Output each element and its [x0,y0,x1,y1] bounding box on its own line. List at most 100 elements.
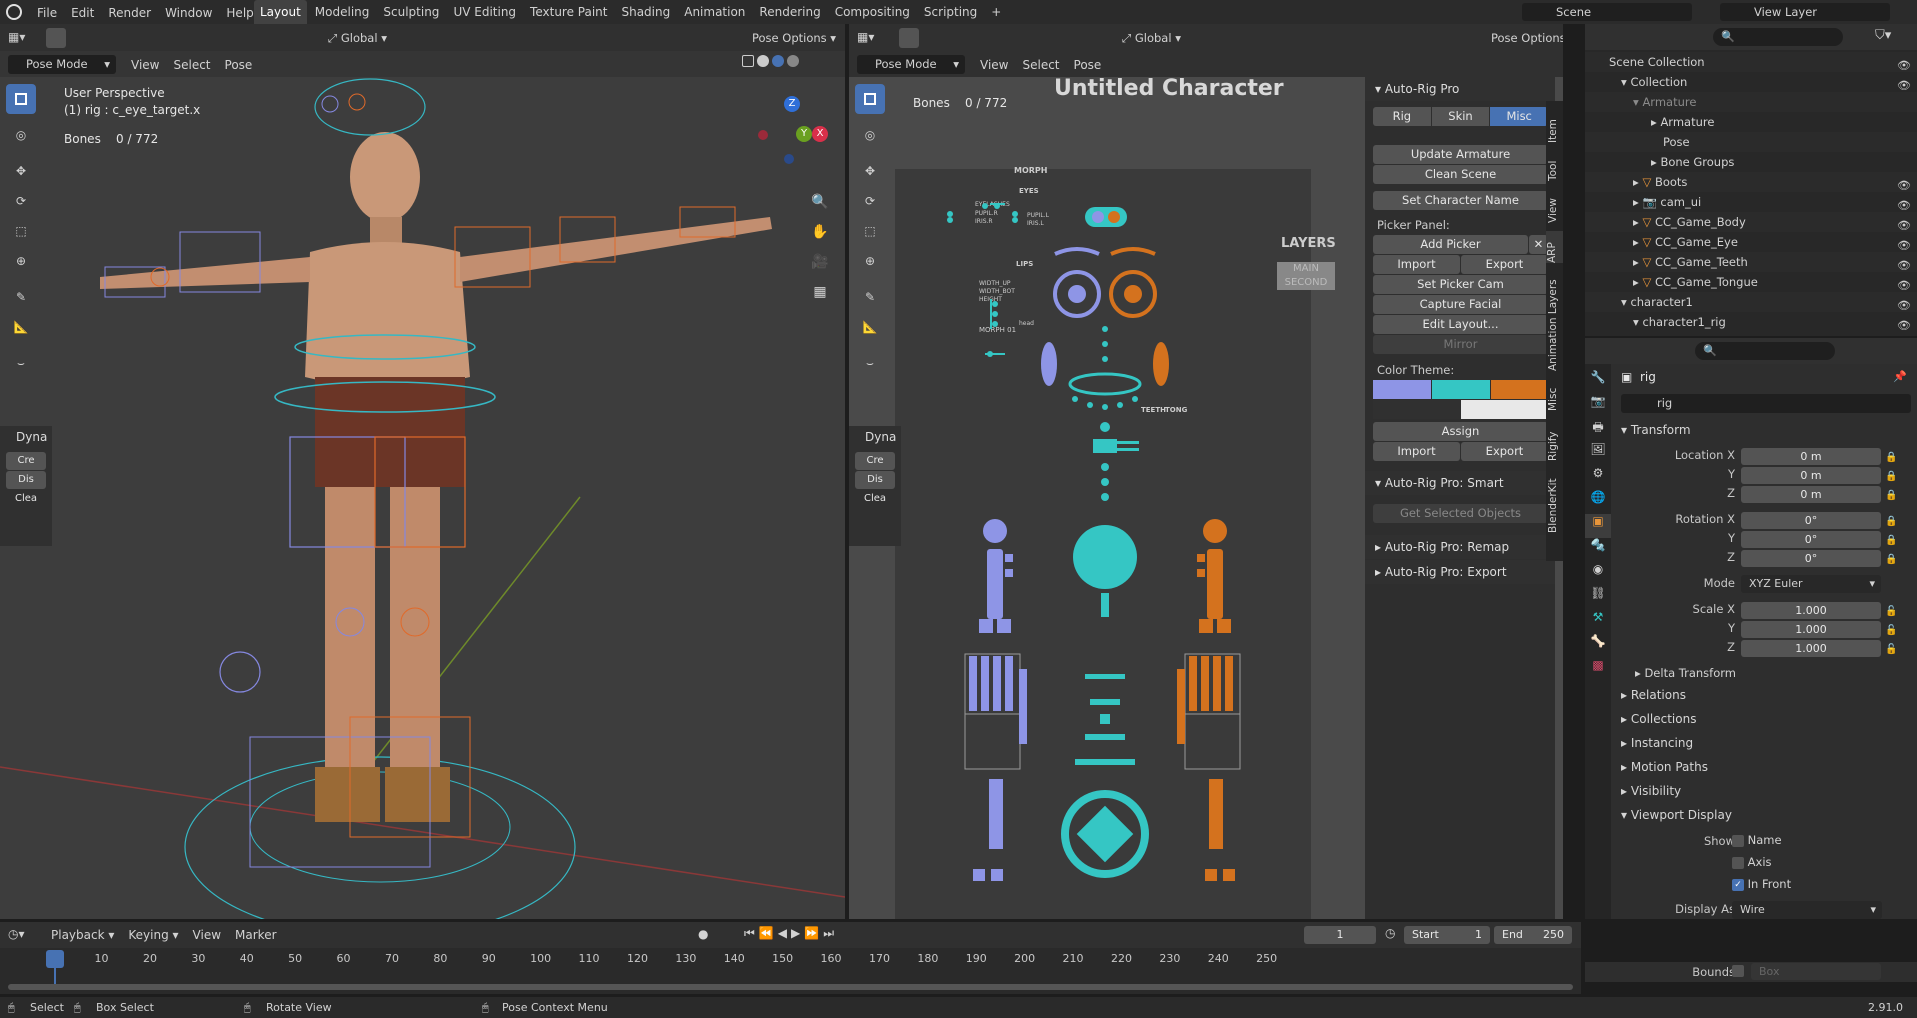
location-x-field[interactable]: 0 m [1741,448,1881,465]
data-name-field[interactable]: rig [1621,394,1911,413]
color-swatch-dark[interactable] [1373,400,1460,419]
render-tab-icon[interactable]: 📷 [1585,394,1611,418]
menu-pose[interactable]: Pose [218,52,260,78]
timeline-editor-icon[interactable]: ◷▾ [8,927,25,941]
menu-select[interactable]: Select [166,52,217,78]
tab-scripting[interactable]: Scripting [918,0,983,24]
menu-edit[interactable]: Edit [64,0,101,26]
next-key-icon[interactable]: ⏩ [804,926,819,941]
dyna-clear-button-right[interactable]: Clea [855,490,895,508]
output-tab-icon[interactable]: 🖶 [1585,418,1611,442]
color-swatch-right[interactable] [1491,380,1548,399]
scale-x-field[interactable]: 1.000 [1741,602,1881,619]
theme-import-button[interactable]: Import [1373,442,1460,461]
viewport-right[interactable]: ▦▾ ⤢ Global ▾ Pose Options ▾ Pose Mode ▾ … [849,24,1563,919]
color-swatch-left[interactable] [1373,380,1431,399]
outliner-row[interactable]: ▸ 📷 cam_ui [1585,192,1917,212]
arp-tab-rig[interactable]: Rig [1373,107,1431,126]
tab-rendering[interactable]: Rendering [753,0,826,24]
physics-tab-icon[interactable]: ◉ [1585,562,1611,586]
orientation-dropdown-right[interactable]: ⤢ Global ▾ [1122,29,1197,47]
pin-icon[interactable]: 📌 [1893,370,1907,383]
annotate-tool-right[interactable]: ✎ [855,282,885,312]
scale-lock-icons[interactable]: 🔓 🔓 🔓 [1885,602,1897,659]
clock-icon[interactable]: ◷ [1385,926,1395,940]
outliner-row[interactable]: ▸ ▽ Boots [1585,172,1917,192]
menu-view[interactable]: View [124,52,166,78]
tab-uv-editing[interactable]: UV Editing [447,0,522,24]
outliner-row[interactable]: ▾ Armature [1585,92,1917,112]
select-tool-icon[interactable] [46,28,66,48]
sidebar-tab-animation-layers[interactable]: Animation Layers [1547,271,1559,371]
remap-header[interactable]: ▸ Auto-Rig Pro: Remap [1365,535,1555,559]
scale-y-field[interactable]: 1.000 [1741,621,1881,638]
outliner-row[interactable]: ▸ ▽ CC_Game_Tongue [1585,272,1917,292]
update-armature-button[interactable]: Update Armature [1373,145,1548,164]
scale-tool-right[interactable]: ⬚ [855,216,885,246]
assign-button[interactable]: Assign [1373,422,1548,441]
outliner-row[interactable]: Pose [1585,132,1917,152]
menu-render[interactable]: Render [101,0,158,26]
lock-icons[interactable]: 🔒 🔒 🔒 [1885,448,1897,505]
capture-facial-button[interactable]: Capture Facial [1373,295,1548,314]
visibility-header[interactable]: ▸ Visibility [1621,779,1681,803]
relations-header[interactable]: ▸ Relations [1621,683,1686,707]
pose-tool-right[interactable]: ⌣ [855,348,885,378]
tool-tab-icon[interactable]: 🔧 [1585,370,1611,394]
record-icon[interactable]: ● [698,927,708,941]
picker-export-button[interactable]: Export [1461,255,1548,274]
editor-type-icon-right[interactable]: ▦▾ [857,30,881,46]
tab-compositing[interactable]: Compositing [829,0,916,24]
rotation-y-field[interactable]: 0° [1741,531,1881,548]
collections-header[interactable]: ▸ Collections [1621,707,1696,731]
transform-header[interactable]: ▾ Transform [1621,418,1691,442]
keying-menu[interactable]: Keying ▾ [121,922,185,948]
end-frame-field[interactable]: End 250 [1494,926,1572,944]
play-icon[interactable]: ▶ [791,926,800,941]
outliner-search[interactable]: 🔍 [1713,28,1843,46]
pose-options-right[interactable]: Pose Options ▾ [1491,29,1563,47]
character-scene[interactable] [0,77,845,919]
properties-search[interactable]: 🔍 [1695,342,1835,360]
theme-export-button[interactable]: Export [1461,442,1548,461]
scene-tab-icon[interactable]: ⚙ [1585,466,1611,490]
marker-menu[interactable]: Marker [228,922,283,948]
select-tool-icon-right[interactable] [899,28,919,48]
mirror-button[interactable]: Mirror [1373,335,1548,354]
location-y-field[interactable]: 0 m [1741,467,1881,484]
dyna-dissolve-button-right[interactable]: Dis [855,471,895,489]
outliner-row[interactable]: ▸ ▽ CC_Game_Eye [1585,232,1917,252]
sidebar-tab-rigify[interactable]: Rigify [1547,421,1559,461]
prev-key-icon[interactable]: ⏪ [759,926,774,941]
arp-tab-skin[interactable]: Skin [1431,107,1490,126]
mode-dropdown-right[interactable]: Pose Mode ▾ [857,55,965,74]
viewport-left[interactable]: ▦▾ ⤢ Global ▾ Pose Options ▾ Pose Mode ▾ … [0,24,845,919]
scale-z-field[interactable]: 1.000 [1741,640,1881,657]
outliner-filter-icon[interactable]: ⛉▾ [1875,28,1891,43]
clean-scene-button[interactable]: Clean Scene [1373,165,1548,184]
timeline-ruler[interactable]: 1102030405060708090100110120130140150160… [0,950,1581,970]
blender-logo-icon[interactable] [6,4,22,20]
rotation-x-field[interactable]: 0° [1741,512,1881,529]
view-layer-selector[interactable]: View Layer [1720,3,1890,21]
sidebar-tab-blenderkit[interactable]: BlenderKit [1547,471,1559,533]
smart-header[interactable]: ▾ Auto-Rig Pro: Smart [1365,471,1555,495]
outliner-row[interactable]: ▾ Collection [1585,72,1917,92]
sidebar-tab-arp[interactable]: ARP [1546,231,1563,263]
timeline-scrollbar[interactable] [8,984,1573,990]
sidebar-tab-view[interactable]: View [1547,189,1559,223]
export-header[interactable]: ▸ Auto-Rig Pro: Export [1365,560,1555,584]
constraint-tab-icon[interactable]: ⛓ [1585,586,1611,610]
start-frame-field[interactable]: Start 1 [1404,926,1490,944]
view-layer-tab-icon[interactable]: 🖼 [1585,442,1611,466]
instancing-header[interactable]: ▸ Instancing [1621,731,1693,755]
edit-layout-button[interactable]: Edit Layout... [1373,315,1548,334]
playhead[interactable] [46,950,64,968]
sidebar-tab-item[interactable]: Item [1547,105,1559,143]
outliner-row[interactable]: Scene Collection [1585,52,1917,72]
tab-modeling[interactable]: Modeling [309,0,376,24]
rotation-mode-dropdown[interactable]: XYZ Euler ▾ [1741,575,1881,593]
transform-tool-right[interactable]: ⊕ [855,246,885,276]
picker-import-button[interactable]: Import [1373,255,1460,274]
menu-file[interactable]: File [30,0,64,26]
